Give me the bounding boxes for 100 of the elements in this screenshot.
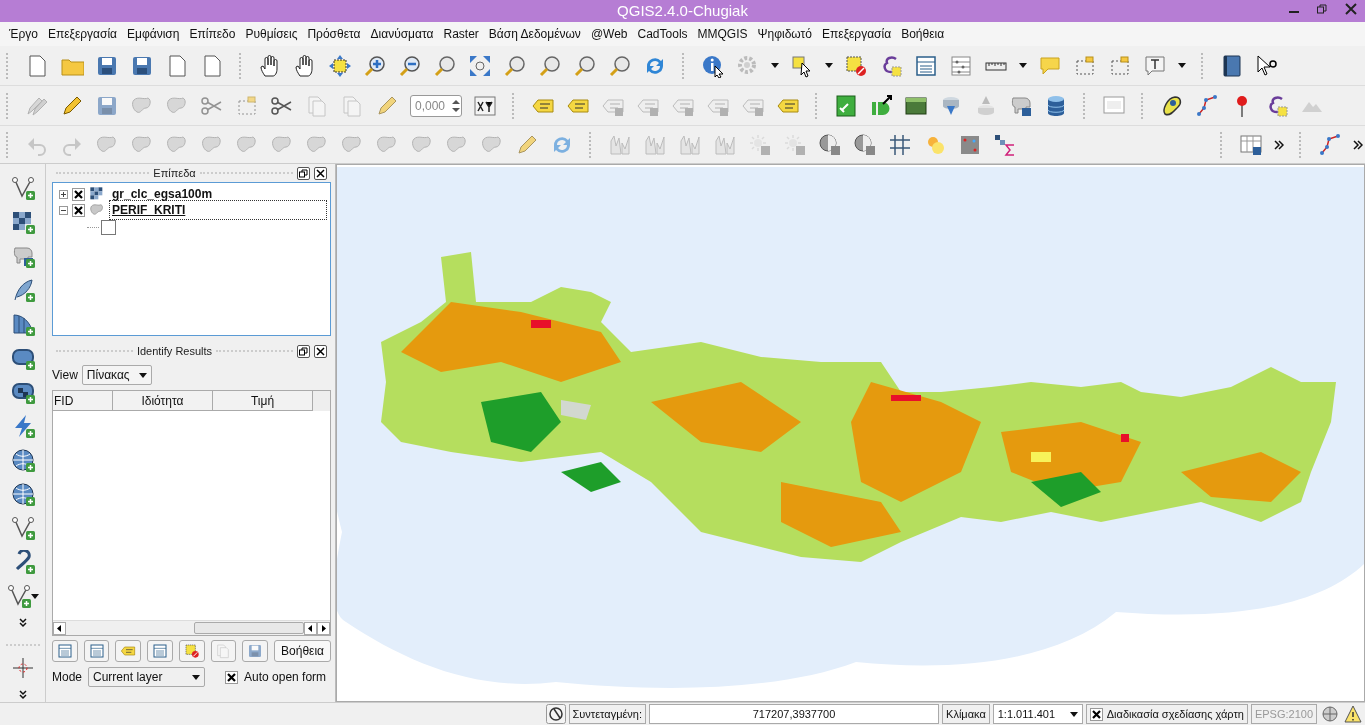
zoom-out-icon[interactable] (398, 53, 422, 78)
help-book-icon[interactable] (1220, 53, 1244, 78)
menu-item[interactable]: Βοήθεια (896, 25, 950, 43)
magnifier-icon[interactable] (503, 53, 527, 78)
close-button[interactable] (314, 166, 327, 180)
info-icon[interactable] (701, 53, 725, 78)
checkbox[interactable] (72, 187, 85, 201)
scroll-right-icon[interactable] (317, 621, 330, 635)
id-arrow-icon[interactable] (869, 93, 893, 118)
table-icon[interactable] (88, 643, 105, 659)
nodes-icon[interactable] (1195, 93, 1219, 118)
double-chevron-icon[interactable] (18, 618, 27, 628)
text-callout-icon[interactable] (1143, 53, 1167, 78)
expand-icon[interactable] (59, 189, 68, 199)
menu-item[interactable]: Διανύσματα (365, 25, 439, 43)
scroll-left-icon[interactable] (53, 621, 66, 635)
xy-box-icon[interactable] (473, 93, 497, 118)
checkbox[interactable] (225, 670, 239, 684)
spreadsheet-icon[interactable] (1239, 132, 1263, 157)
sigma-icon[interactable] (993, 132, 1017, 157)
vertex-plus-icon[interactable] (10, 176, 35, 200)
abacus-icon[interactable] (949, 53, 973, 78)
column-header[interactable]: Τιμή (213, 391, 313, 411)
deselect-icon[interactable] (844, 53, 868, 78)
menu-item[interactable]: Πρόσθετα (302, 25, 366, 43)
zoom-in-icon[interactable] (363, 53, 387, 78)
column-header[interactable]: Ιδιότητα (113, 391, 213, 411)
dropdown-caret-icon[interactable] (1019, 63, 1027, 68)
menu-item[interactable]: Raster (438, 25, 484, 43)
globe-plus-icon[interactable] (10, 482, 35, 506)
menu-item[interactable]: Έργο (4, 25, 43, 43)
rounded-checker-plus-icon[interactable] (10, 380, 35, 404)
question-cursor-icon[interactable] (1255, 53, 1279, 78)
dropdown-caret-icon[interactable] (192, 674, 201, 680)
float-button[interactable] (297, 344, 310, 358)
magnifier-icon[interactable] (573, 53, 597, 78)
close-icon[interactable] (1345, 3, 1357, 15)
column-header[interactable]: FID (53, 391, 113, 411)
table-icon[interactable] (914, 53, 938, 78)
double-chevron-icon[interactable] (18, 690, 27, 700)
checker-plus-icon[interactable] (10, 210, 35, 234)
menu-item[interactable]: Εμφάνιση (122, 25, 185, 43)
layer-tree[interactable]: gr_clc_egsa100m PERIF_KRITI (52, 182, 331, 336)
wedge-plus-icon[interactable] (10, 312, 35, 336)
float-button[interactable] (297, 166, 310, 180)
restore-icon[interactable] (1317, 4, 1327, 14)
help-button[interactable]: Βοήθεια (274, 640, 331, 662)
double-chevron-icon[interactable] (1353, 139, 1363, 150)
blob-icon[interactable] (1160, 93, 1184, 118)
cursor-circle-icon[interactable] (545, 704, 566, 724)
scroll-left-icon[interactable] (304, 621, 317, 635)
tool-button[interactable] (52, 640, 78, 662)
menu-item[interactable]: CadTools (632, 25, 693, 43)
dropdown-caret-icon[interactable] (771, 63, 779, 68)
vertex-plus-icon[interactable] (6, 584, 31, 608)
menu-item[interactable]: Ρυθμίσεις (240, 25, 303, 43)
nodes-icon[interactable] (1318, 132, 1342, 157)
label-tag-icon[interactable] (120, 643, 137, 659)
arrows-icon[interactable] (468, 53, 492, 78)
vertex-plus-icon[interactable] (10, 516, 35, 540)
warning-icon[interactable] (1343, 704, 1363, 724)
magnifier-icon[interactable] (608, 53, 632, 78)
close-button[interactable] (314, 344, 327, 358)
magnifier-icon[interactable] (433, 53, 457, 78)
globe-plus-icon[interactable] (10, 448, 35, 472)
dropdown-caret-icon[interactable] (30, 593, 39, 599)
menu-item[interactable]: Επίπεδο (184, 25, 241, 43)
snapping-tolerance-field[interactable]: 0,000 (410, 94, 462, 117)
checkbox[interactable] (72, 203, 85, 217)
view-dropdown[interactable]: Πίνακας (81, 365, 152, 385)
horizontal-scrollbar[interactable] (53, 620, 330, 635)
half-circle-icon[interactable] (818, 132, 842, 157)
menu-item[interactable]: Επεξεργασία (817, 25, 897, 43)
dropdown-caret-icon[interactable] (1069, 711, 1078, 717)
menu-item[interactable]: Βάση Δεδομένων (483, 25, 586, 43)
dropdown-caret-icon[interactable] (138, 372, 147, 378)
menu-item[interactable]: Επεξεργασία (42, 25, 123, 43)
tool-button[interactable] (83, 640, 110, 662)
dropdown-caret-icon[interactable] (825, 63, 833, 68)
half-circle-icon[interactable] (853, 132, 877, 157)
table-icon[interactable] (56, 643, 73, 659)
deselect-icon[interactable] (183, 643, 200, 659)
checker-icon[interactable] (89, 186, 105, 202)
menu-item[interactable]: Ψηφιδωτό (752, 25, 817, 43)
magnifier-icon[interactable] (538, 53, 562, 78)
mode-dropdown[interactable]: Current layer (88, 667, 206, 687)
crosshair-icon[interactable] (10, 656, 35, 680)
menu-item[interactable]: @Web (585, 25, 633, 43)
tool-button[interactable] (147, 640, 173, 662)
rounded-plus-icon[interactable] (10, 346, 35, 370)
dropdown-caret-icon[interactable] (1178, 63, 1186, 68)
grid-icon[interactable] (888, 132, 912, 157)
globe-icon[interactable] (1320, 704, 1340, 724)
scale-dropdown[interactable]: 1:1.011.401 (992, 704, 1083, 724)
collapse-icon[interactable] (59, 205, 68, 215)
layer-name[interactable]: PERIF_KRITI (109, 200, 327, 220)
tool-button[interactable] (178, 640, 205, 662)
coordinate-field[interactable]: 717207,3937700 (649, 704, 940, 724)
double-chevron-icon[interactable] (1274, 139, 1284, 150)
checkbox[interactable] (1089, 707, 1103, 721)
